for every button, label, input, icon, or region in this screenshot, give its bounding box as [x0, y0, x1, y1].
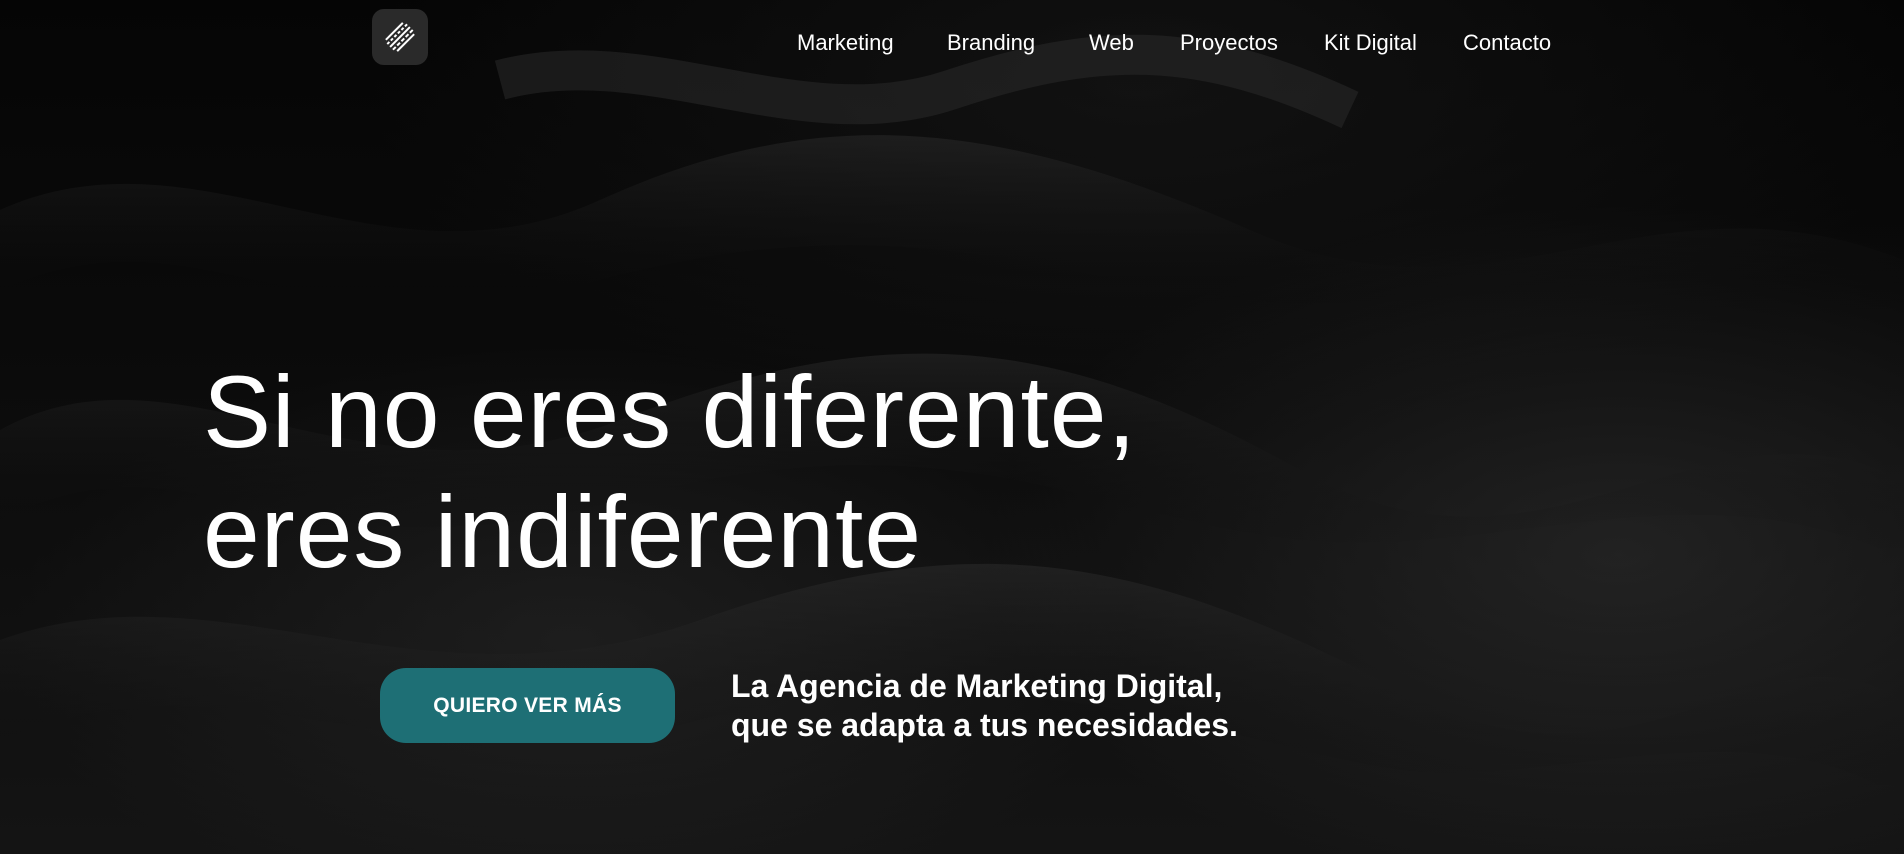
nav-item-branding[interactable]: Branding [947, 28, 1035, 58]
headline-line-1: Si no eres diferente, [203, 355, 1137, 469]
nav-item-web[interactable]: Web [1089, 28, 1134, 58]
nav-item-contacto[interactable]: Contacto [1463, 28, 1551, 58]
headline-line-2: eres indiferente [203, 475, 923, 589]
nav-item-proyectos[interactable]: Proyectos [1180, 28, 1278, 58]
nav-item-marketing[interactable]: Marketing [797, 28, 894, 58]
hero-tagline: La Agencia de Marketing Digital, que se … [731, 667, 1331, 745]
main-nav: Marketing Branding Web Proyectos Kit Dig… [0, 28, 1904, 58]
hero-headline: Si no eres diferente, eres indiferente [203, 352, 1503, 592]
tagline-line-1: La Agencia de Marketing Digital, [731, 668, 1223, 704]
nav-item-kit-digital[interactable]: Kit Digital [1324, 28, 1417, 58]
quiero-ver-mas-button[interactable]: QUIERO VER MÁS [380, 668, 675, 743]
tagline-line-2: que se adapta a tus necesidades. [731, 707, 1238, 743]
